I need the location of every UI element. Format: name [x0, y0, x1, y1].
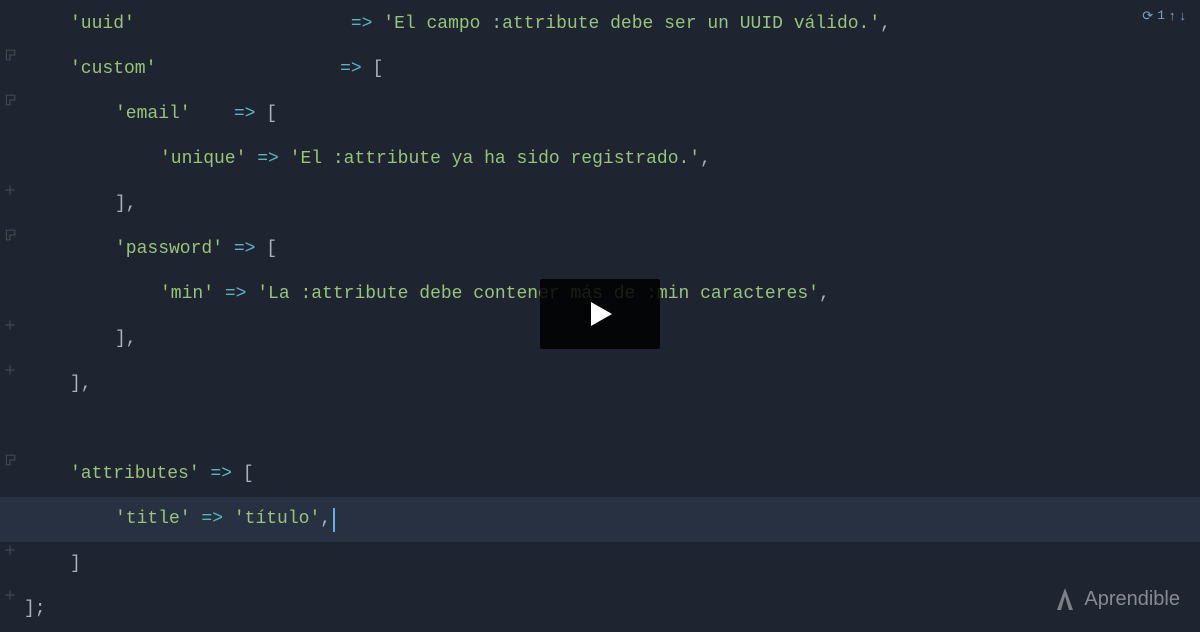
arrow: =>: [191, 506, 234, 533]
code-line[interactable]: 'attributes' => [: [0, 452, 1200, 497]
string: 'email': [115, 101, 191, 128]
string: 'custom': [70, 56, 156, 83]
string: 'El :attribute ya ha sido registrado.': [290, 146, 700, 173]
arrow: =>: [340, 56, 372, 83]
code-line-blank[interactable]: [0, 407, 1200, 452]
arrow: =>: [200, 461, 243, 488]
string: 'título': [234, 506, 320, 533]
code-line[interactable]: ];: [0, 587, 1200, 632]
code-line[interactable]: 'unique' => 'El :attribute ya ha sido re…: [0, 137, 1200, 182]
string: 'password': [115, 236, 223, 263]
code-line[interactable]: 'email' => [: [0, 92, 1200, 137]
code-line[interactable]: ]: [0, 542, 1200, 587]
code-line[interactable]: 'custom' => [: [0, 47, 1200, 92]
down-arrow-icon: ↓: [1180, 6, 1187, 26]
code-line[interactable]: ],: [0, 182, 1200, 227]
code-line[interactable]: 'uuid' => 'El campo :attribute debe ser …: [0, 2, 1200, 47]
arrow: =>: [234, 101, 266, 128]
arrow: =>: [246, 146, 289, 173]
string: 'attributes': [70, 461, 200, 488]
logo-icon: [1054, 586, 1076, 612]
up-arrow-icon: ↑: [1169, 6, 1176, 26]
string: 'title': [115, 506, 191, 533]
string: 'La :attribute debe contener más de :min…: [257, 281, 819, 308]
string: 'uuid': [70, 11, 135, 38]
cursor: [333, 508, 335, 532]
play-icon: [582, 296, 618, 332]
string: 'min': [160, 281, 214, 308]
string: 'unique': [160, 146, 246, 173]
code-line[interactable]: 'password' => [: [0, 227, 1200, 272]
code-line[interactable]: ],: [0, 362, 1200, 407]
play-button[interactable]: [540, 279, 660, 349]
string: 'El campo :attribute debe ser un UUID vá…: [383, 11, 880, 38]
arrow: =>: [351, 11, 383, 38]
arrow: =>: [223, 236, 266, 263]
code-line-active[interactable]: 'title' => 'título',: [0, 497, 1200, 542]
watermark-logo: Aprendible: [1054, 584, 1180, 614]
arrow: =>: [214, 281, 257, 308]
editor-badge: ⟳1 ↑ ↓: [1142, 6, 1186, 26]
refresh-icon: ⟳: [1142, 6, 1153, 26]
